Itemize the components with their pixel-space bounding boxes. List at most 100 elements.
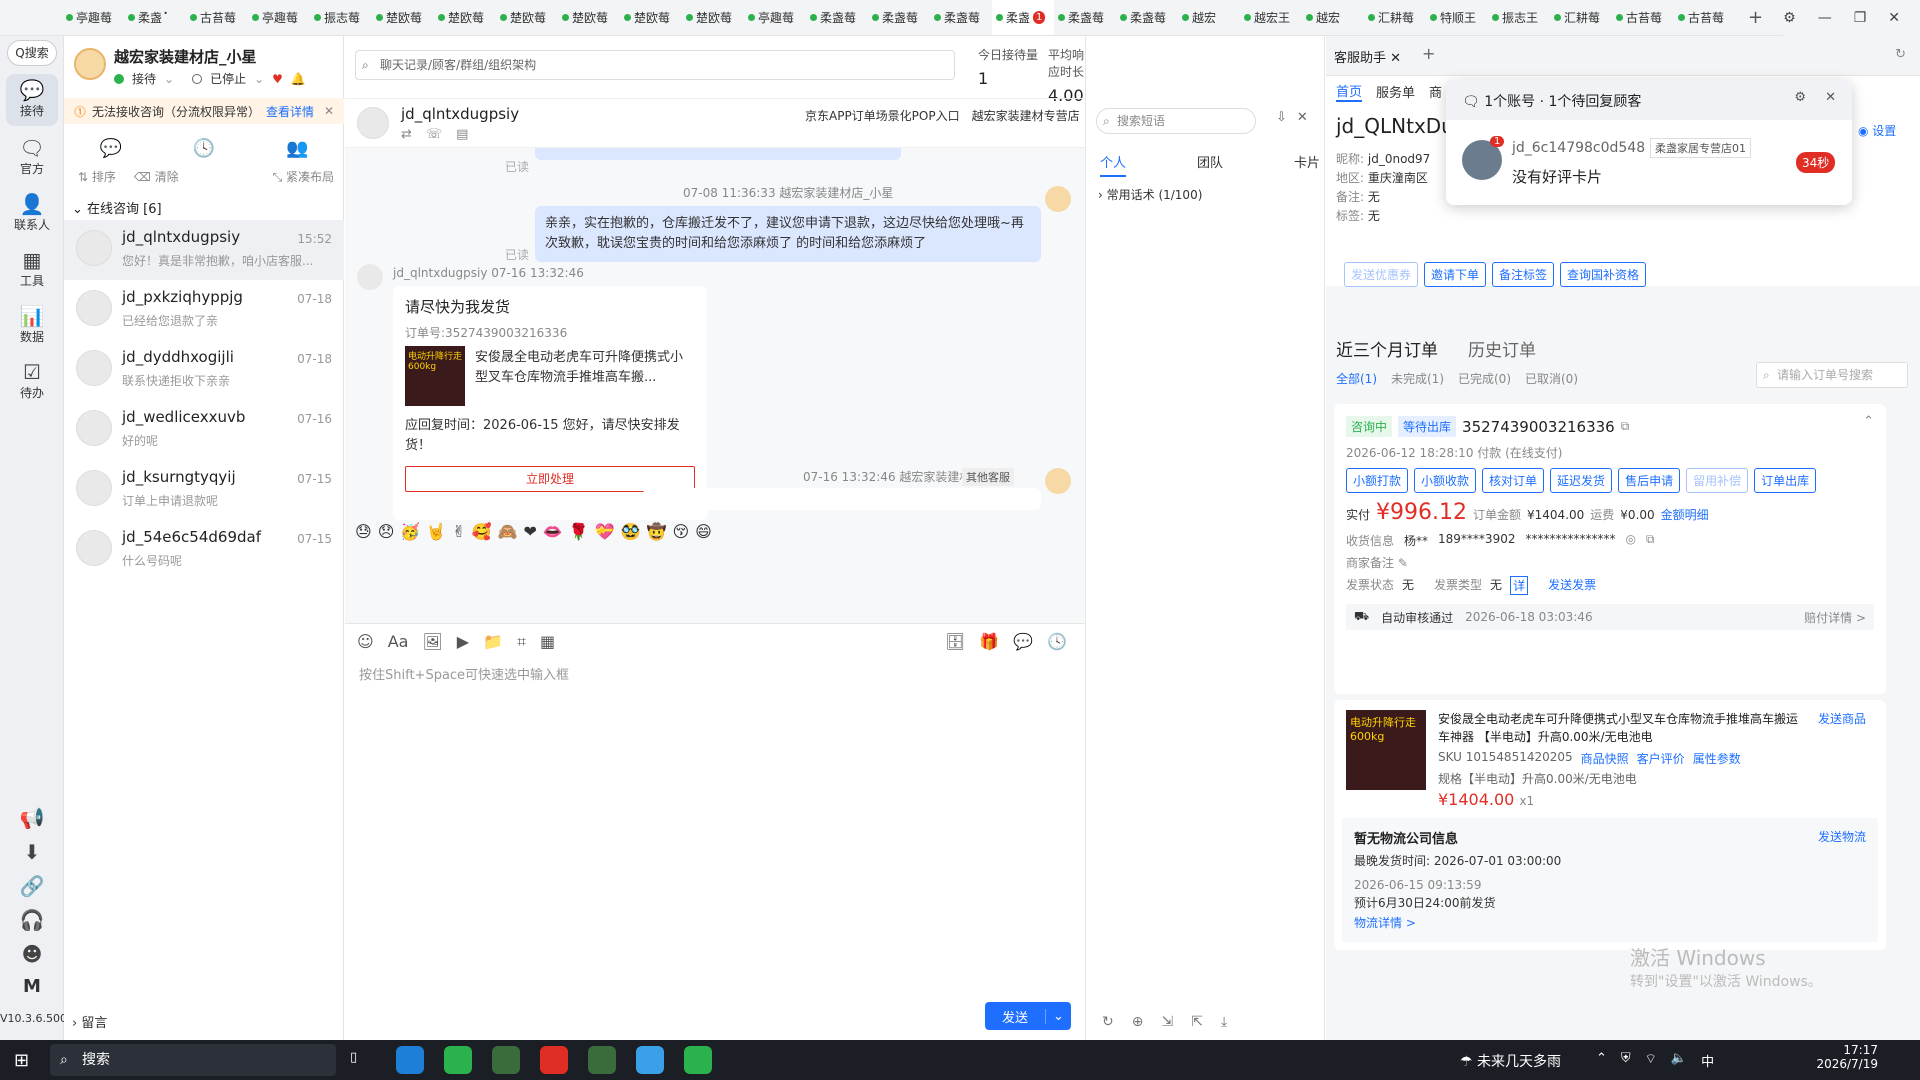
rail-item-official[interactable]: 🗨 官方	[0, 136, 64, 177]
online-group-header[interactable]: ⌄ 在线咨询 [6]	[72, 198, 162, 217]
ime-indicator[interactable]: 中	[1701, 1051, 1714, 1070]
restore-icon[interactable]: ❐	[1854, 10, 1867, 26]
emoji-option[interactable]: ✌	[452, 522, 465, 541]
add-tab-icon[interactable]: +	[1748, 7, 1763, 28]
rail-item-tools[interactable]: ▦ 工具	[0, 248, 64, 289]
history-tab[interactable]: 历史订单	[1468, 336, 1536, 361]
tab-item[interactable]: 亭趣莓	[744, 0, 806, 35]
order-filter[interactable]: 已取消(0)	[1525, 370, 1578, 387]
app-red-icon[interactable]	[540, 1046, 568, 1074]
wifi-icon[interactable]: ⌔	[1645, 1051, 1657, 1070]
order-filter[interactable]: 未完成(1)	[1391, 370, 1444, 387]
rail-item-data[interactable]: 📊 数据	[0, 304, 64, 345]
gift-icon[interactable]: 🎁	[979, 632, 999, 651]
contact-item[interactable]: jd_pxkziqhyppjg 已经给您退款了亲 07-18	[64, 280, 344, 340]
logistics-detail-link[interactable]: 物流详情 >	[1354, 914, 1416, 931]
emoji-option[interactable]: 😓	[355, 522, 372, 541]
emoji-option[interactable]: 🌹	[569, 522, 589, 541]
contact-item[interactable]: jd_qlntxdugpsiy 您好！真是非常抱歉，咱小店客服... 15:52	[64, 220, 344, 280]
emoji-option[interactable]: 🤠	[647, 522, 667, 541]
order-action-button[interactable]: 留用补偿	[1686, 468, 1749, 493]
customer-action-button[interactable]: 邀请下单	[1424, 262, 1487, 287]
settings-icon[interactable]: ⚙	[1794, 90, 1806, 105]
leave-msg-group[interactable]: › 留言	[72, 1012, 107, 1031]
order-action-button[interactable]: 延迟发货	[1550, 468, 1613, 493]
taskbar-search[interactable]: ⌕ 搜索	[50, 1044, 336, 1076]
send-button[interactable]: 发送 ⌄	[985, 1002, 1071, 1030]
tab-item[interactable]: 柔盏莓	[868, 0, 930, 35]
tab-item[interactable]: 楚欧莓	[620, 0, 682, 35]
bell-icon[interactable]: 🔔	[291, 72, 306, 86]
transfer-icon[interactable]: ⇄	[401, 127, 412, 142]
order-action-button[interactable]: 小额收款	[1414, 468, 1477, 493]
send-logistics-link[interactable]: 发送物流	[1818, 828, 1866, 845]
tab-item[interactable]: 越宏	[1302, 0, 1364, 35]
popup-user[interactable]: jd_6c14798c0d548	[1512, 140, 1645, 156]
contact-item[interactable]: jd_54e6c54d69daf 什么号码呢 07-15	[64, 520, 344, 580]
emoji-icon[interactable]: ☺	[357, 632, 374, 652]
robot-icon[interactable]: ☻	[0, 942, 64, 966]
quick-tab-team[interactable]: 团队	[1197, 152, 1223, 177]
link-icon[interactable]: 🔗	[0, 874, 64, 898]
emoji-option[interactable]: 😞	[378, 522, 395, 541]
customer-action-button[interactable]: 查询国补资格	[1560, 262, 1647, 287]
emoji-option[interactable]: ❤	[523, 522, 536, 541]
shield-icon[interactable]: ⛨	[1621, 1051, 1631, 1070]
stop-status[interactable]: 已停止	[210, 70, 246, 87]
quick-tab-card[interactable]: 卡片	[1294, 152, 1320, 177]
video-icon[interactable]: ▶	[457, 632, 469, 652]
rail-item-todo[interactable]: ☑ 待办	[0, 360, 64, 401]
tab-item[interactable]: 柔盏莓	[806, 0, 868, 35]
order-action-button[interactable]: 订单出库	[1754, 468, 1817, 493]
megaphone-icon[interactable]: 📢	[0, 806, 64, 830]
sort-button[interactable]: ⇅ 排序	[78, 168, 116, 192]
emoji-option[interactable]: 🙈	[498, 522, 518, 541]
tab-item[interactable]: 柔盏莓	[1116, 0, 1178, 35]
export-icon[interactable]: ⇱	[1191, 1014, 1203, 1030]
app-icon[interactable]	[492, 1046, 520, 1074]
collapse-icon[interactable]: ⌃	[1863, 414, 1874, 429]
m-logo-icon[interactable]: M	[0, 976, 64, 997]
tab-item[interactable]: 越宏	[1178, 0, 1240, 35]
download-icon[interactable]: ⤓	[1221, 1014, 1227, 1030]
emoji-option[interactable]: 👄	[543, 522, 563, 541]
layout-button[interactable]: ⤡ 紧凑布局	[273, 168, 334, 192]
tab-item[interactable]: 柔盏 1	[992, 0, 1054, 35]
app-icon[interactable]	[588, 1046, 616, 1074]
close-icon[interactable]: ✕	[1888, 10, 1900, 26]
wechat-icon[interactable]	[444, 1046, 472, 1074]
import-icon[interactable]: ⇲	[1161, 1014, 1173, 1030]
customer-avatar[interactable]	[357, 107, 389, 139]
font-icon[interactable]: Aa	[388, 632, 409, 652]
close-icon[interactable]: ✕	[1297, 110, 1308, 125]
note-icon[interactable]: ▤	[456, 127, 468, 142]
popup-message[interactable]: 没有好评卡片	[1512, 166, 1602, 187]
tab-item[interactable]: 特顺王	[1426, 0, 1488, 35]
refresh-icon[interactable]: ↻	[1895, 47, 1906, 62]
clock-tab-icon[interactable]: 🕓	[193, 138, 215, 159]
tab-item[interactable]: 古苔莓	[186, 0, 248, 35]
emoji-option[interactable]: 🤘	[426, 522, 446, 541]
invoice-detail-tag[interactable]: 详	[1510, 576, 1529, 595]
tab-item[interactable]: 越宏王	[1240, 0, 1302, 35]
tab-item[interactable]: 汇耕莓	[1364, 0, 1426, 35]
tab-item[interactable]: 柔盏莓	[930, 0, 992, 35]
history-icon[interactable]: 🕓	[1047, 632, 1067, 651]
contact-item[interactable]: jd_dyddhxogijli 联系快递拒收下亲亲 07-18	[64, 340, 344, 400]
tab-item[interactable]: 楚欧莓	[682, 0, 744, 35]
minimize-icon[interactable]: —	[1818, 10, 1832, 26]
tab-item[interactable]: 楚欧莓	[496, 0, 558, 35]
order-action-button[interactable]: 小额打款	[1346, 468, 1409, 493]
calculator-icon[interactable]: ▦	[540, 632, 555, 652]
order-filter[interactable]: 全部(1)	[1336, 370, 1377, 387]
rail-search-button[interactable]: Q搜索	[7, 40, 57, 66]
tab-item[interactable]: 汇耕莓	[1550, 0, 1612, 35]
order-search-input[interactable]: ⌕ 请输入订单号搜索	[1756, 362, 1908, 388]
volume-icon[interactable]: 🔈	[1671, 1051, 1687, 1070]
customer-action-button[interactable]: 备注标签	[1492, 262, 1555, 287]
order-action-button[interactable]: 核对订单	[1482, 468, 1545, 493]
close-icon[interactable]: ✕	[324, 104, 334, 118]
group-tab-icon[interactable]: 👥	[286, 138, 308, 159]
chevron-up-icon[interactable]: ⌃	[1596, 1051, 1607, 1070]
headset-icon[interactable]: 🎧	[0, 908, 64, 932]
